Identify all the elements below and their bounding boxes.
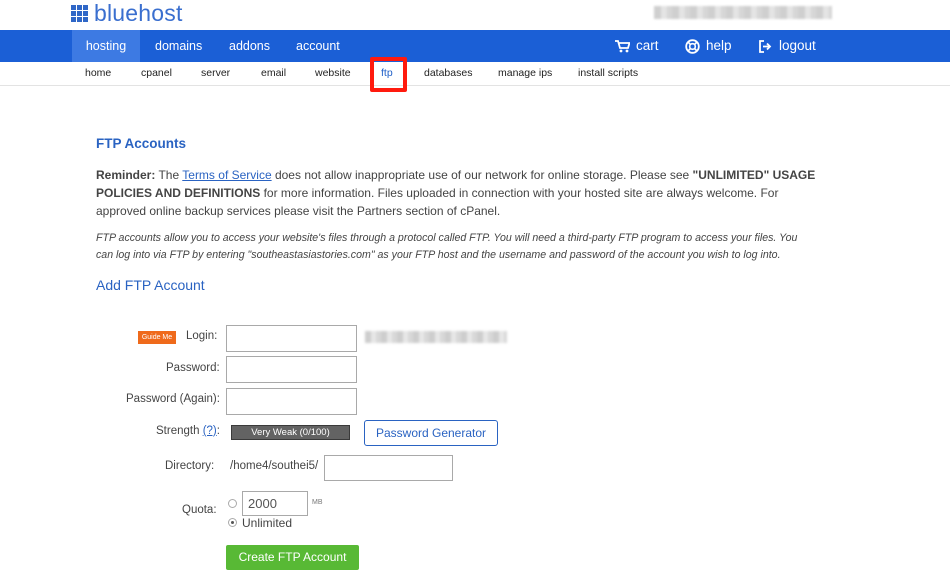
logo-text: bluehost <box>94 0 183 26</box>
login-input[interactable] <box>226 325 357 352</box>
reminder-mid: does not allow inappropriate use of our … <box>271 168 693 182</box>
strength-label-group: Strength (?): <box>156 425 220 437</box>
quota-unlimited-radio[interactable] <box>228 518 237 527</box>
reminder-label: Reminder: <box>96 168 156 182</box>
reminder-text: Reminder: The Terms of Service does not … <box>96 166 816 220</box>
subnav-install-scripts[interactable]: install scripts <box>578 62 638 86</box>
lifebuoy-icon <box>685 38 700 54</box>
cart-link[interactable]: cart <box>615 30 659 62</box>
directory-prefix: /home4/southei5/ <box>230 460 319 472</box>
directory-input[interactable] <box>324 455 453 481</box>
password-generator-button[interactable]: Password Generator <box>364 420 498 446</box>
quota-input[interactable]: 2000 <box>242 491 308 516</box>
help-link[interactable]: help <box>685 30 732 62</box>
quota-limited-radio[interactable] <box>228 499 237 508</box>
logout-link[interactable]: logout <box>759 30 816 62</box>
ftp-highlight-box <box>370 57 407 92</box>
nav-domains[interactable]: domains <box>155 30 202 62</box>
sub-nav: home cpanel server email website ftp dat… <box>0 62 950 86</box>
cart-icon <box>615 39 630 52</box>
logo-grid-icon <box>71 4 88 22</box>
subnav-server[interactable]: server <box>201 62 230 86</box>
quota-label: Quota: <box>182 504 217 516</box>
password-label: Password: <box>166 362 220 374</box>
add-ftp-account-title: Add FTP Account <box>96 277 205 293</box>
nav-hosting[interactable]: hosting <box>72 30 140 62</box>
password-again-label: Password (Again): <box>126 393 220 405</box>
bluehost-logo[interactable]: bluehost <box>71 0 183 26</box>
strength-label: Strength <box>156 425 200 437</box>
logout-label: logout <box>779 38 816 53</box>
quota-unit: MB <box>312 499 323 506</box>
login-label: Login: <box>186 330 218 342</box>
account-name-redacted <box>654 6 832 19</box>
guide-me-button[interactable]: Guide Me <box>138 331 176 344</box>
top-bar: bluehost <box>0 0 950 30</box>
login-domain-redacted <box>365 331 507 343</box>
main-nav: hosting domains addons account cart help… <box>0 30 950 62</box>
nav-addons[interactable]: addons <box>229 30 270 62</box>
terms-of-service-link[interactable]: Terms of Service <box>182 168 271 182</box>
subnav-website[interactable]: website <box>315 62 351 86</box>
subnav-email[interactable]: email <box>261 62 286 86</box>
create-ftp-account-button[interactable]: Create FTP Account <box>226 545 359 570</box>
help-label: help <box>706 38 732 53</box>
ftp-info-text: FTP accounts allow you to access your we… <box>96 232 798 261</box>
unlimited-label: Unlimited <box>242 516 293 530</box>
strength-colon: : <box>216 425 220 437</box>
nav-account[interactable]: account <box>296 30 340 62</box>
subnav-databases[interactable]: databases <box>424 62 472 86</box>
directory-label: Directory: <box>165 460 215 472</box>
subnav-manage-ips[interactable]: manage ips <box>498 62 552 86</box>
password-input[interactable] <box>226 356 357 383</box>
password-strength-meter: Very Weak (0/100) <box>231 425 350 440</box>
subnav-home[interactable]: home <box>85 62 111 86</box>
subnav-cpanel[interactable]: cpanel <box>141 62 172 86</box>
cart-label: cart <box>636 38 659 53</box>
page-title: FTP Accounts <box>96 136 187 151</box>
strength-help-link[interactable]: (?) <box>203 425 217 437</box>
reminder-pre: The <box>155 168 183 182</box>
password-again-input[interactable] <box>226 388 357 415</box>
logout-icon <box>759 39 772 53</box>
